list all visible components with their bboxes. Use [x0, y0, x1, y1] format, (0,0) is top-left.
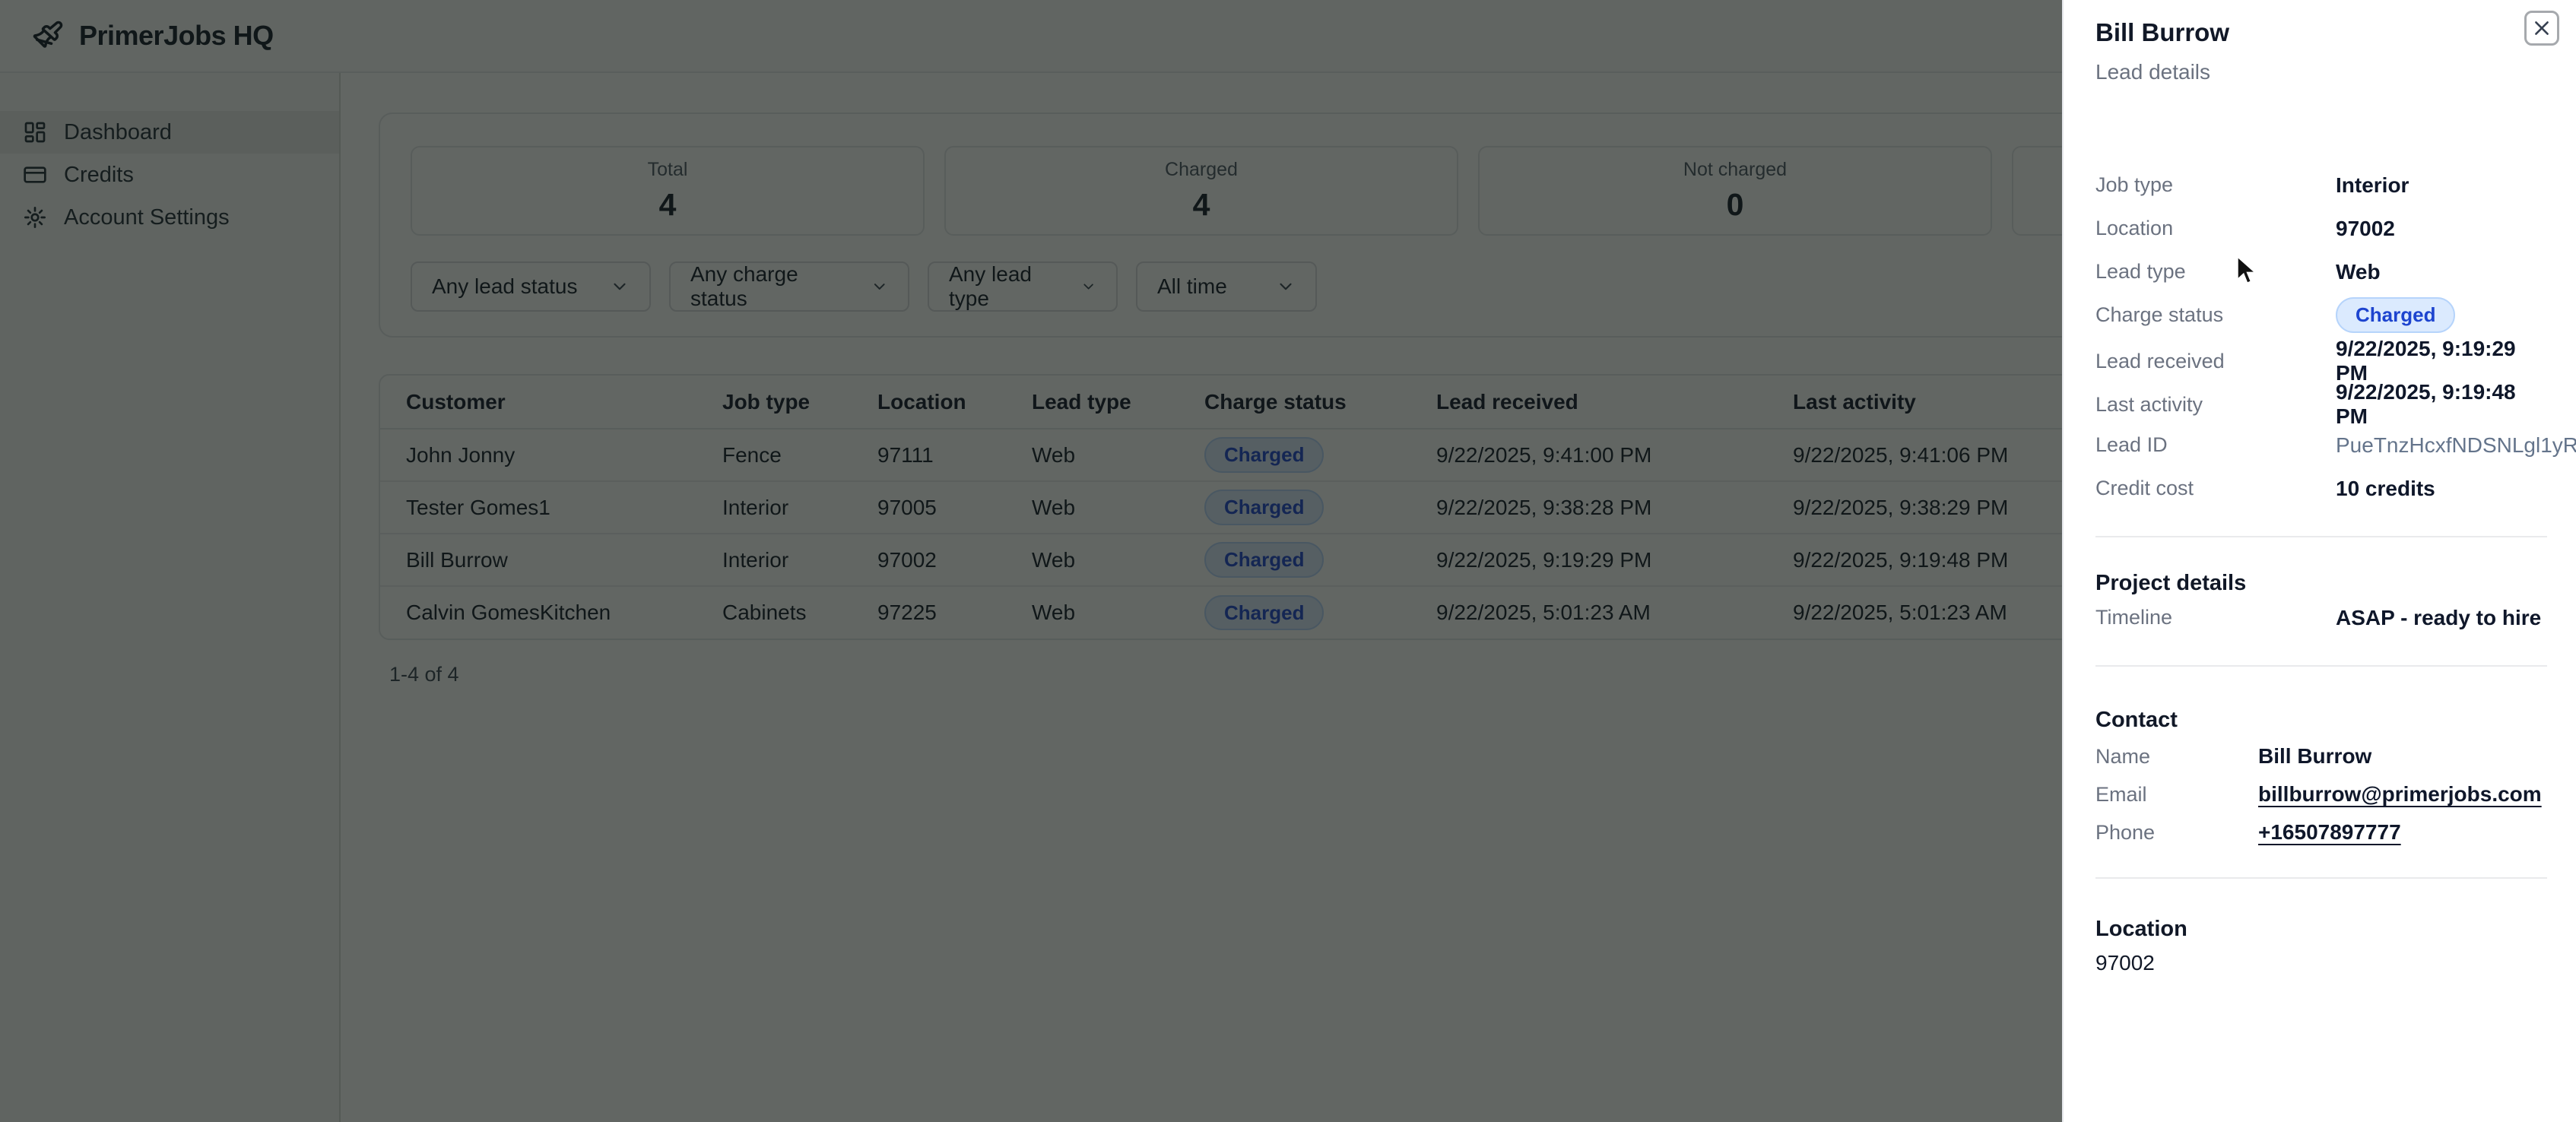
field-row-lead-id: Lead ID PueTnzHcxfNDSNLgl1yR: [2095, 423, 2547, 467]
contact-heading: Contact: [2095, 708, 2547, 733]
field-value: 97002: [2336, 217, 2547, 241]
field-row-last-activity: Last activity 9/22/2025, 9:19:48 PM: [2095, 380, 2547, 423]
field-label: Last activity: [2095, 393, 2336, 417]
field-row-credit-cost: Credit cost 10 credits: [2095, 467, 2547, 510]
divider: [2095, 877, 2547, 879]
field-value: Interior: [2336, 173, 2547, 198]
field-row-location: Location 97002: [2095, 207, 2547, 250]
field-value: 9/22/2025, 9:19:29 PM: [2336, 337, 2547, 385]
phone-link[interactable]: +16507897777: [2258, 820, 2547, 845]
charged-badge: Charged: [2336, 297, 2455, 333]
field-row-lead-received: Lead received 9/22/2025, 9:19:29 PM: [2095, 337, 2547, 380]
field-row-job-type: Job type Interior: [2095, 163, 2547, 207]
field-label: Lead received: [2095, 350, 2336, 373]
field-row-timeline: Timeline ASAP - ready to hire: [2095, 596, 2547, 639]
field-label: Email: [2095, 783, 2258, 807]
modal-overlay[interactable]: [0, 0, 2062, 1122]
lead-fields: Job type Interior Location 97002 Lead ty…: [2095, 163, 2547, 510]
close-button[interactable]: [2524, 11, 2559, 46]
project-details-heading: Project details: [2095, 571, 2547, 596]
close-icon: [2532, 18, 2552, 38]
field-label: Credit cost: [2095, 477, 2336, 500]
divider: [2095, 665, 2547, 667]
field-value: 10 credits: [2336, 477, 2547, 501]
contact-row-email: Email billburrow@primerjobs.com: [2095, 775, 2547, 813]
field-label: Name: [2095, 745, 2258, 769]
field-label: Timeline: [2095, 606, 2336, 629]
field-row-lead-type: Lead type Web: [2095, 250, 2547, 293]
contact-block: Name Bill Burrow Email billburrow@primer…: [2095, 737, 2547, 851]
panel-subtitle: Lead details: [2095, 60, 2547, 84]
app-screen: PrimerJobs HQ Dashboard Credits Account …: [0, 0, 2576, 1122]
divider: [2095, 536, 2547, 537]
lead-details-panel: Bill Burrow Lead details Job type Interi…: [2062, 0, 2576, 1122]
field-label: Phone: [2095, 821, 2258, 845]
field-value: ASAP - ready to hire: [2336, 606, 2547, 630]
field-label: Lead ID: [2095, 433, 2336, 457]
location-heading: Location: [2095, 917, 2547, 942]
location-value: 97002: [2095, 951, 2547, 975]
field-value: Web: [2336, 260, 2547, 284]
field-label: Job type: [2095, 173, 2336, 197]
contact-row-phone: Phone +16507897777: [2095, 813, 2547, 851]
field-row-charge-status: Charge status Charged: [2095, 293, 2547, 337]
panel-title: Bill Burrow: [2095, 18, 2547, 47]
field-value: PueTnzHcxfNDSNLgl1yR: [2336, 433, 2576, 458]
field-label: Location: [2095, 217, 2336, 240]
field-value: 9/22/2025, 9:19:48 PM: [2336, 380, 2547, 429]
contact-name-value: Bill Burrow: [2258, 744, 2547, 769]
contact-row-name: Name Bill Burrow: [2095, 737, 2547, 775]
field-label: Charge status: [2095, 303, 2336, 327]
email-link[interactable]: billburrow@primerjobs.com: [2258, 782, 2547, 807]
field-label: Lead type: [2095, 260, 2336, 284]
